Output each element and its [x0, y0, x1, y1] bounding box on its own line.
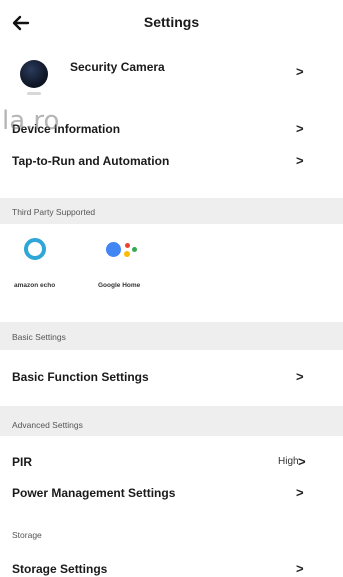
advanced-settings-label: Advanced Settings	[12, 420, 83, 430]
alexa-icon[interactable]	[24, 238, 46, 260]
device-row[interactable]	[0, 50, 343, 106]
camera-avatar	[20, 60, 48, 88]
chevron-right-icon: >	[296, 121, 304, 136]
chevron-right-icon: >	[296, 64, 304, 79]
device-name: Security Camera	[70, 60, 165, 74]
google-home-caption: Google Home	[98, 282, 141, 289]
basic-settings-label: Basic Settings	[12, 332, 66, 342]
power-management-row[interactable]: Power Management Settings	[12, 486, 175, 500]
chevron-right-icon: >	[296, 485, 304, 500]
storage-settings-row[interactable]: Storage Settings	[12, 562, 107, 576]
alexa-caption: amazon echo	[14, 282, 56, 289]
pir-value: High	[278, 456, 299, 467]
camera-base	[27, 92, 41, 95]
chevron-right-icon: >	[298, 454, 306, 469]
chevron-right-icon: >	[296, 369, 304, 384]
storage-label: Storage	[12, 530, 42, 540]
tap-to-run-row[interactable]: Tap-to-Run and Automation	[12, 154, 169, 168]
page-title: Settings	[143, 14, 200, 30]
chevron-right-icon: >	[296, 561, 304, 576]
chevron-right-icon: >	[296, 153, 304, 168]
basic-function-settings-row[interactable]: Basic Function Settings	[12, 370, 149, 384]
google-assistant-icon[interactable]	[104, 238, 144, 268]
third-party-label: Third Party Supported	[12, 207, 96, 217]
pir-row[interactable]: PIR	[12, 455, 32, 469]
watermark: la.ro	[2, 106, 60, 136]
